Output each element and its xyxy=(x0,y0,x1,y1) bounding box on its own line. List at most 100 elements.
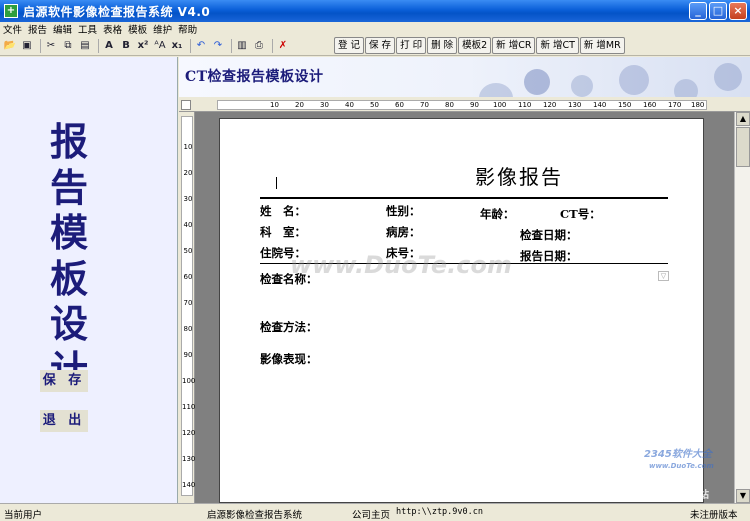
save-button[interactable]: 保 存 xyxy=(365,37,396,54)
ruler-tick: 10 xyxy=(183,143,193,151)
text-cursor xyxy=(276,177,277,189)
vertical-ruler: 10 20 30 40 50 60 70 80 90 100 110 120 1… xyxy=(179,112,195,503)
status-user: 当前用户 xyxy=(4,510,43,521)
sex-label: 性别： xyxy=(386,204,421,218)
new-ct-button[interactable]: 新 增CT xyxy=(536,37,579,54)
vertical-title: 报 告 模 板 设 计 xyxy=(44,119,94,392)
cross-icon[interactable]: ✗ xyxy=(276,39,290,53)
exam-date-label: 检查日期： xyxy=(520,228,578,242)
exam-method-label: 检查方法： xyxy=(260,320,318,334)
menu-tools[interactable]: 工具 xyxy=(78,22,97,36)
status-url[interactable]: http:\\ztp.9v0.cn xyxy=(396,507,483,517)
ruler-tick: 70 xyxy=(420,101,429,109)
banner-decoration xyxy=(524,69,550,95)
watermark-slogan: 国内最安全的软件站 xyxy=(619,490,709,501)
toolbar-separator xyxy=(272,38,273,53)
watermark-center: www.DuoTe.com xyxy=(290,251,512,279)
panel-save-button[interactable]: 保 存 xyxy=(40,370,88,392)
ruler-tick: 80 xyxy=(445,101,454,109)
ruler-tick: 80 xyxy=(183,325,193,333)
cut-icon[interactable]: ✂ xyxy=(44,39,58,53)
dropdown-icon[interactable]: ▽ xyxy=(658,271,669,281)
scroll-up-icon[interactable]: ▲ xyxy=(736,112,750,126)
left-panel: 报 告 模 板 设 计 保 存 退 出 xyxy=(0,57,178,503)
register-button[interactable]: 登 记 xyxy=(334,37,365,54)
toolbar-separator xyxy=(231,38,232,53)
window-title: 启源软件影像检查报告系统 V4.0 xyxy=(23,4,211,19)
ruler-tick: 30 xyxy=(320,101,329,109)
template2-button[interactable]: 模板2 xyxy=(458,37,492,54)
menu-maintain[interactable]: 维护 xyxy=(153,22,172,36)
report-date-label: 报告日期： xyxy=(520,249,578,263)
menu-table[interactable]: 表格 xyxy=(103,22,122,36)
ruler-tick: 120 xyxy=(182,429,196,437)
banner-decoration xyxy=(619,65,649,95)
menu-file[interactable]: 文件 xyxy=(3,22,22,36)
vertical-title-char: 报 xyxy=(49,119,88,164)
ruler-tick: 50 xyxy=(370,101,379,109)
ward-label: 病房： xyxy=(386,225,421,239)
delete-button[interactable]: 删 除 xyxy=(427,37,458,54)
action-buttons: 登 记 保 存 打 印 删 除 模板2 新 增CR 新 增CT 新 增MR xyxy=(334,37,625,54)
vertical-title-char: 板 xyxy=(49,255,88,301)
banner-decoration xyxy=(479,83,513,97)
menu-edit[interactable]: 编辑 xyxy=(53,22,72,36)
superscript-icon[interactable]: x² xyxy=(136,39,150,53)
paste-icon[interactable]: ▤ xyxy=(78,39,92,53)
scroll-thumb[interactable] xyxy=(736,127,750,167)
ruler-tick: 40 xyxy=(345,101,354,109)
header-banner: CT检查报告模板设计 xyxy=(179,57,750,97)
ruler-tick: 180 xyxy=(691,101,705,109)
minimize-button[interactable]: _ xyxy=(689,2,707,20)
undo-icon[interactable]: ↶ xyxy=(194,39,208,53)
toolbar: 📂 ▣ ✂ ⧉ ▤ A B x² ᴬA x₁ ↶ ↷ ▥ ⎙ ✗ 登 记 保 存… xyxy=(0,36,750,56)
ruler-tick: 10 xyxy=(270,101,279,109)
print-icon[interactable]: ⎙ xyxy=(252,39,266,53)
ct-number-label: CT号： xyxy=(560,207,601,221)
new-cr-button[interactable]: 新 增CR xyxy=(492,37,536,54)
ruler-tick: 20 xyxy=(295,101,304,109)
status-app-name: 启源影像检查报告系统 xyxy=(207,510,303,521)
report-page[interactable]: 影像报告 姓 名： 性别： 年龄： CT号： 科 室： 病房： 检查日期： 住院… xyxy=(219,118,704,503)
print-button[interactable]: 打 印 xyxy=(396,37,427,54)
copy-icon[interactable]: ⧉ xyxy=(61,39,75,53)
layout-icon[interactable]: ▥ xyxy=(235,39,249,53)
maximize-button[interactable]: □ xyxy=(709,2,727,20)
font-icon[interactable]: A xyxy=(102,39,116,53)
ruler-tick: 140 xyxy=(182,481,196,489)
close-button[interactable]: × xyxy=(729,2,747,20)
vertical-ruler-scale: 10 20 30 40 50 60 70 80 90 100 110 120 1… xyxy=(181,116,196,496)
new-mr-button[interactable]: 新 增MR xyxy=(579,37,625,54)
report-editor: 10 20 30 40 50 60 70 80 90 100 110 120 1… xyxy=(179,98,750,503)
status-bar: 当前用户 启源影像检查报告系统 公司主页 http:\\ztp.9v0.cn 未… xyxy=(0,503,750,521)
watermark-url: www.DuoTe.com xyxy=(649,462,714,470)
report-title: 影像报告 xyxy=(475,165,563,189)
horizontal-ruler: 10 20 30 40 50 60 70 80 90 100 110 120 1… xyxy=(179,98,750,112)
scroll-down-icon[interactable]: ▼ xyxy=(736,489,750,503)
toolbar-separator xyxy=(190,38,191,53)
window-controls: _ □ × xyxy=(689,2,747,20)
bold-icon[interactable]: B xyxy=(119,39,133,53)
vertical-title-char: 设 xyxy=(49,301,88,346)
app-icon: + xyxy=(4,4,18,18)
panel-exit-button[interactable]: 退 出 xyxy=(40,410,88,432)
subscript-icon[interactable]: x₁ xyxy=(170,39,184,53)
font-size-icon[interactable]: ᴬA xyxy=(153,39,167,53)
toolbar-separator xyxy=(98,38,99,53)
open-icon[interactable]: 📂 xyxy=(3,39,17,53)
redo-icon[interactable]: ↷ xyxy=(211,39,225,53)
vertical-scrollbar[interactable]: ▲ ▼ xyxy=(734,112,750,503)
title-bar: + 启源软件影像检查报告系统 V4.0 _ □ × xyxy=(0,0,750,22)
ruler-tick: 120 xyxy=(543,101,557,109)
menu-template[interactable]: 模板 xyxy=(128,22,147,36)
ruler-tick: 90 xyxy=(183,351,193,359)
ruler-tick: 90 xyxy=(470,101,479,109)
ruler-tick: 40 xyxy=(183,221,193,229)
menu-report[interactable]: 报告 xyxy=(28,22,47,36)
menu-help[interactable]: 帮助 xyxy=(178,22,197,36)
status-edition: 未注册版本 xyxy=(690,510,738,521)
ruler-tick: 150 xyxy=(618,101,632,109)
ruler-tick: 130 xyxy=(182,455,196,463)
save-icon[interactable]: ▣ xyxy=(20,39,34,53)
ruler-tick: 100 xyxy=(182,377,196,385)
